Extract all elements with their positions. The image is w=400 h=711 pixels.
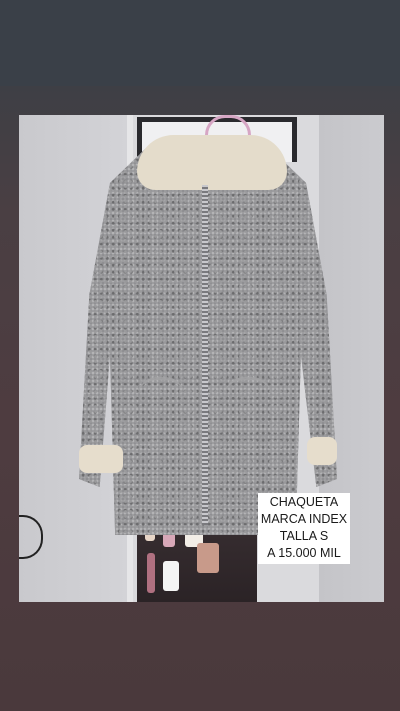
caption-line-item: CHAQUETA — [269, 495, 339, 509]
left-pocket — [137, 377, 185, 420]
caption-line-brand: MARCA INDEX — [260, 512, 348, 526]
caption-line-price: A 15.000 MIL — [267, 546, 341, 560]
right-pocket — [224, 377, 272, 420]
caption-line-size: TALLA S — [279, 529, 329, 543]
bottle — [147, 553, 155, 593]
right-cuff — [307, 437, 337, 465]
bottle — [163, 561, 179, 591]
left-cuff — [79, 445, 123, 473]
jacket-hood — [137, 135, 287, 190]
top-band — [0, 0, 400, 86]
jacket-zipper — [202, 185, 208, 525]
price-caption: CHAQUETA MARCA INDEX TALLA S A 15.000 MI… — [258, 493, 350, 564]
bottle — [197, 543, 219, 573]
